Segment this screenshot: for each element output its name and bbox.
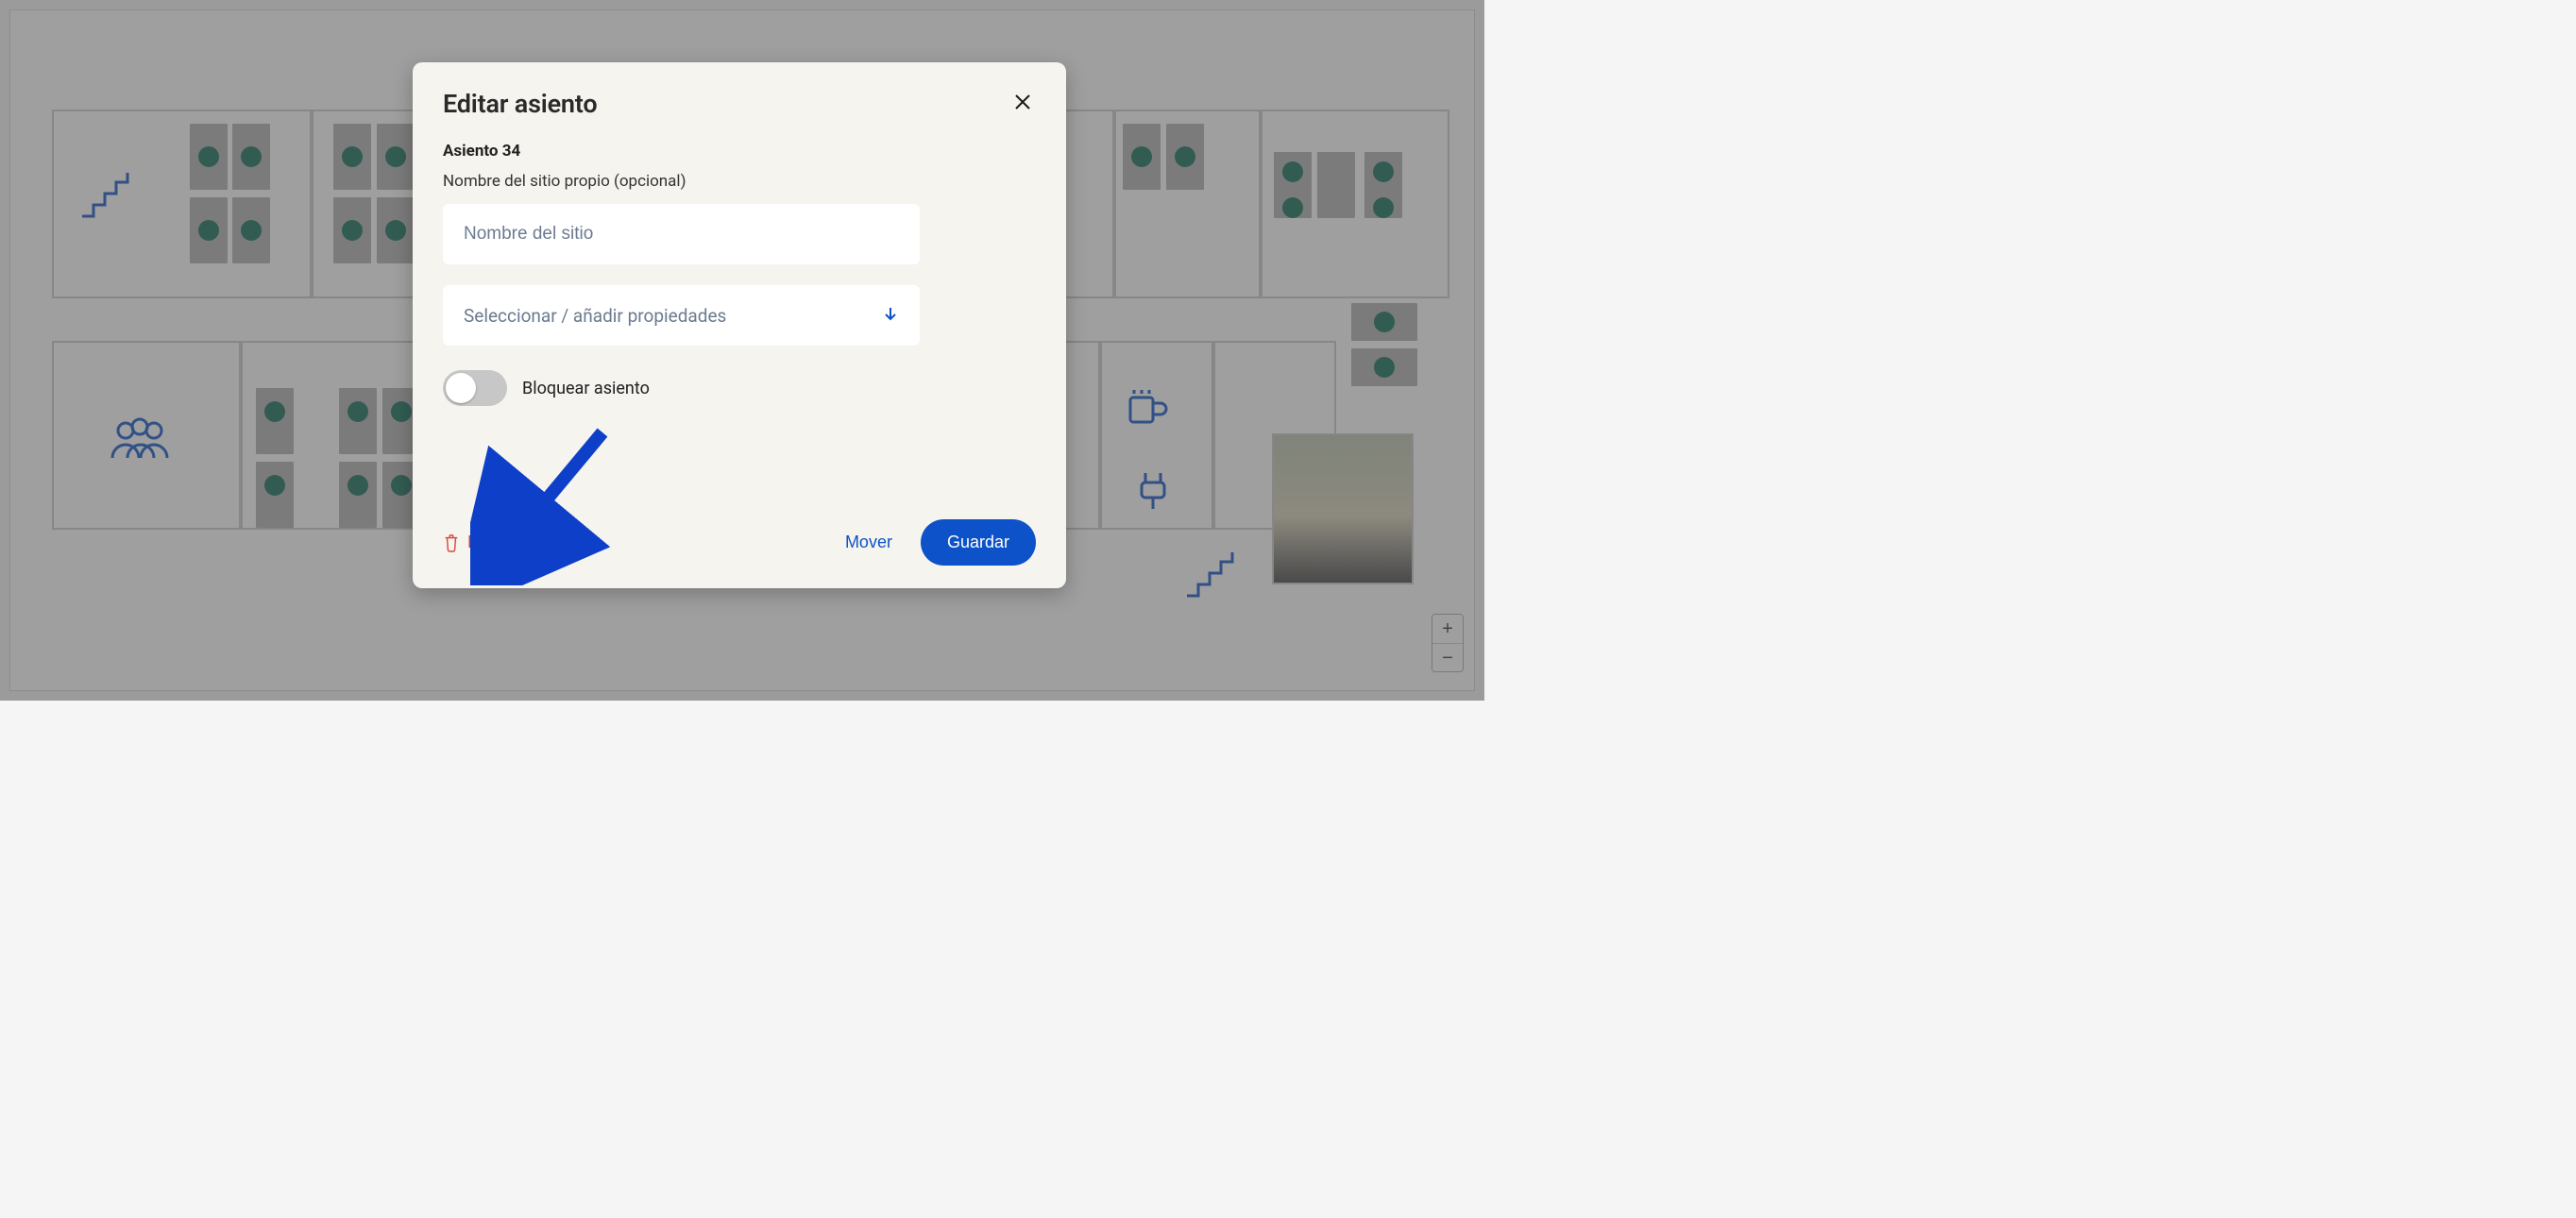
lock-seat-toggle[interactable]: [443, 370, 507, 406]
toggle-knob: [446, 373, 476, 403]
seat-label: Asiento 34: [443, 142, 1036, 161]
lock-seat-label: Bloquear asiento: [522, 379, 650, 398]
seat-name-label: Nombre del sitio propio (opcional): [443, 172, 1036, 191]
properties-select[interactable]: Seleccionar / añadir propiedades: [443, 285, 920, 346]
move-button[interactable]: Mover: [828, 519, 909, 566]
edit-seat-modal: Editar asiento Asiento 34 Nombre del sit…: [413, 62, 1066, 588]
save-button[interactable]: Guardar: [921, 519, 1036, 566]
delete-button[interactable]: Borrar: [443, 533, 514, 552]
delete-label: Borrar: [467, 533, 514, 552]
close-icon[interactable]: [1009, 89, 1036, 115]
properties-placeholder: Seleccionar / añadir propiedades: [464, 305, 726, 327]
modal-title: Editar asiento: [443, 89, 597, 119]
seat-name-input[interactable]: [443, 204, 920, 264]
arrow-down-icon: [882, 306, 899, 326]
